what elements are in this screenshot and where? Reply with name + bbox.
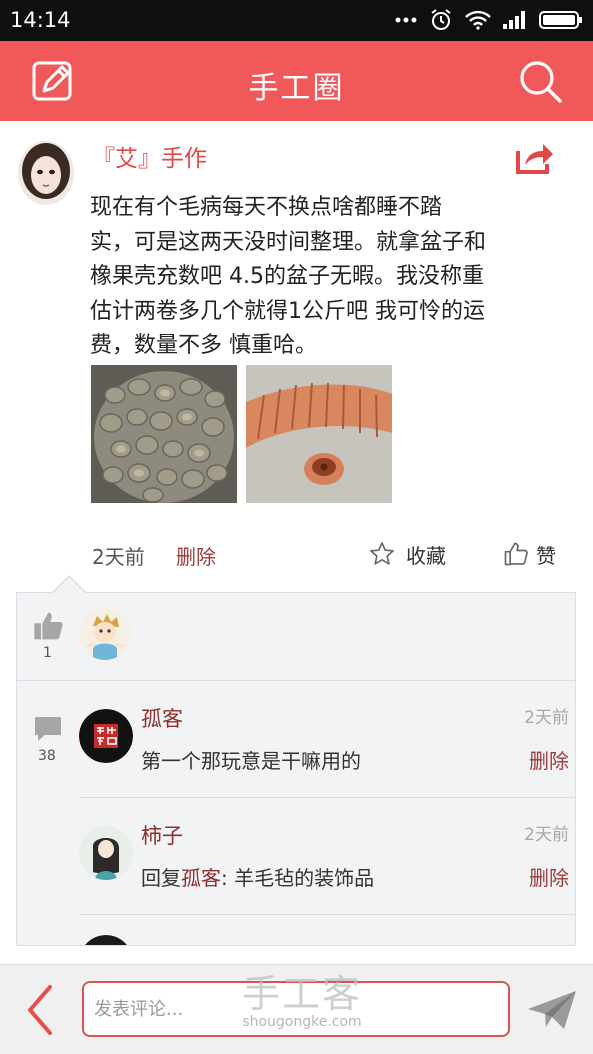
app-bar: 手工圈: [0, 41, 593, 121]
reply-prefix: 回复: [141, 866, 181, 890]
search-button[interactable]: [517, 58, 563, 104]
post-image-pots[interactable]: [246, 365, 392, 503]
comment-delete-button[interactable]: 删除: [529, 862, 569, 891]
send-button[interactable]: [526, 989, 578, 1031]
post-text-line: 估计两卷多几个就得1公斤吧 我可怜的运: [90, 298, 485, 324]
comment-time: 2天前: [524, 825, 569, 845]
reply-text: : 羊毛毡的装饰品: [221, 866, 375, 890]
status-time: 14:14: [10, 8, 71, 32]
favorite-button[interactable]: 收藏: [368, 539, 446, 569]
post-text: 现在有个毛病每天不换点啥都睡不踏 实，可是这两天没时间整理。就拿盆子和 橡果壳充…: [90, 191, 570, 364]
commenter-name[interactable]: 柿子: [141, 820, 183, 850]
post-image-acorn-caps[interactable]: [91, 365, 237, 503]
post-text-line: 现在有个毛病每天不换点啥都睡不踏: [90, 195, 443, 220]
comment-text: 回复孤客: 羊毛毡的装饰品: [141, 862, 374, 891]
commenter-avatar[interactable]: [79, 709, 133, 763]
feedback-panel: 1 38 孤客 2天前 第一个那玩意是干嘛用的 删除 柿子 2天前 回复孤客: …: [16, 592, 576, 946]
like-button[interactable]: 赞: [502, 539, 556, 569]
commenter-avatar[interactable]: [79, 935, 133, 945]
thumbs-up-icon: [504, 542, 528, 566]
comment-delete-button[interactable]: 删除: [529, 745, 569, 774]
commenter-name[interactable]: 孤客: [141, 703, 183, 733]
comment-icon: [35, 717, 61, 741]
post-text-line: 实，可是这两天没时间整理。就拿盆子和: [90, 229, 487, 255]
comment-item: 柿子 2天前 回复孤客: 羊毛毡的装饰品 删除: [79, 798, 575, 915]
thumbs-up-icon: [34, 612, 63, 640]
feedback-arrow-inner: [53, 577, 85, 593]
post-time: 2天前: [92, 545, 145, 569]
wifi-icon: [465, 10, 491, 30]
comment-item-partial: [79, 915, 575, 945]
author-avatar[interactable]: [18, 141, 74, 205]
comments-count: 38: [38, 748, 56, 764]
back-arrow-icon: [28, 985, 52, 1035]
comment-time: 2天前: [524, 708, 569, 728]
author-name[interactable]: 『艾』手作: [92, 139, 207, 173]
likes-row: 1: [17, 593, 575, 681]
liker-avatar[interactable]: [79, 608, 131, 660]
status-icons: [395, 8, 583, 32]
likes-count: 1: [43, 645, 52, 661]
search-icon: [520, 61, 562, 103]
post-text-line: 橡果壳充数吧 4.5的盆子无暇。我没称重: [90, 264, 484, 289]
post-delete-button[interactable]: 删除: [176, 541, 216, 570]
share-button[interactable]: [515, 139, 555, 175]
commenter-avatar[interactable]: [79, 826, 133, 880]
like-label: 赞: [536, 543, 556, 568]
share-icon: [516, 144, 553, 174]
comment-text: 第一个那玩意是干嘛用的: [141, 749, 361, 773]
star-icon: [370, 542, 394, 565]
comment-input[interactable]: [82, 981, 510, 1037]
status-bar: 14:14: [0, 0, 593, 41]
comment-item: 孤客 2天前 第一个那玩意是干嘛用的 删除: [79, 681, 575, 798]
bottom-bar: [0, 964, 593, 1054]
post-text-line: 费，数量不多 慎重哈。: [90, 333, 317, 358]
favorite-label: 收藏: [406, 543, 446, 568]
page-title: 手工圈: [248, 71, 345, 106]
alarm-icon: [431, 9, 451, 30]
battery-icon: [539, 11, 582, 29]
dots-icon: [395, 17, 417, 23]
signal-icon: [503, 11, 525, 29]
reply-to-user-link[interactable]: 孤客: [181, 866, 221, 890]
send-icon: [528, 991, 576, 1029]
back-button[interactable]: [24, 983, 54, 1037]
